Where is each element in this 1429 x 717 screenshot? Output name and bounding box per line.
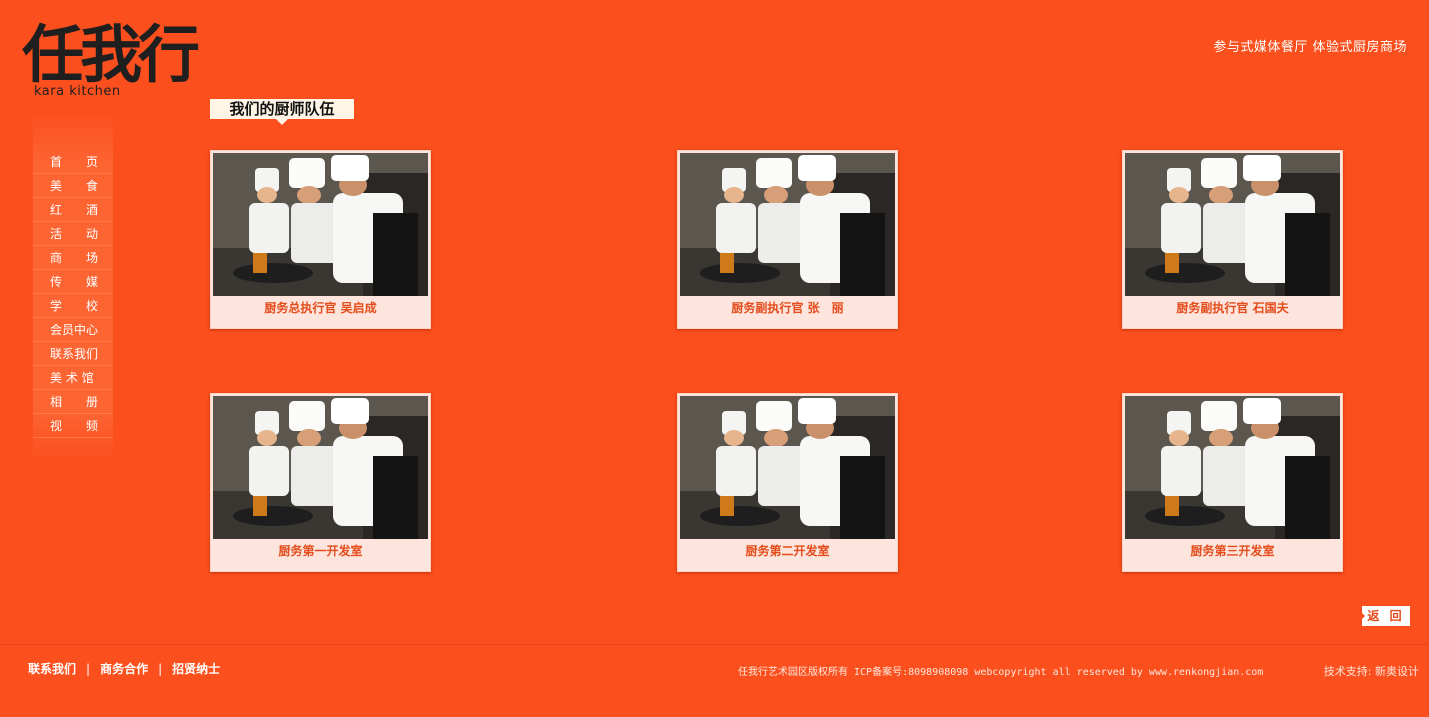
nav-item-school[interactable]: 学 校 — [33, 294, 113, 318]
nav-item-video[interactable]: 视 频 — [33, 414, 113, 438]
footer-link-business[interactable]: 商务合作 — [100, 662, 148, 676]
chef-photo — [680, 396, 895, 539]
nav-item-food[interactable]: 美 食 — [33, 174, 113, 198]
chef-caption: 厨务第三开发室 — [1190, 544, 1275, 558]
logo[interactable]: 任我行 kara kitchen — [20, 14, 230, 104]
nav-item-mall[interactable]: 商 场 — [33, 246, 113, 270]
sidebar-nav: 首 页 美 食 红 酒 活 动 商 场 传 媒 学 校 会员中心 联系我们 美 … — [33, 150, 113, 438]
nav-item-gallery[interactable]: 美 术 馆 — [33, 366, 113, 390]
chef-card[interactable]: 厨务总执行官 吴启成 — [210, 150, 431, 329]
logo-text: 任我行 — [22, 18, 199, 91]
nav-item-home[interactable]: 首 页 — [33, 150, 113, 174]
nav-item-label: 学 校 — [50, 299, 99, 313]
chef-card[interactable]: 厨务第二开发室 — [677, 393, 898, 572]
footer-separator: | — [158, 662, 163, 676]
nav-item-media[interactable]: 传 媒 — [33, 270, 113, 294]
nav-item-label: 联系我们 — [50, 347, 99, 361]
chef-caption: 厨务第二开发室 — [745, 544, 830, 558]
nav-item-label: 红 酒 — [50, 203, 99, 217]
chef-card[interactable]: 厨务第一开发室 — [210, 393, 431, 572]
chef-card[interactable]: 厨务第三开发室 — [1122, 393, 1343, 572]
chef-caption: 厨务总执行官 吴启成 — [264, 301, 377, 315]
nav-item-members[interactable]: 会员中心 — [33, 318, 113, 342]
chef-photo — [213, 153, 428, 296]
nav-item-label: 商 场 — [50, 251, 99, 265]
nav-item-label: 相 册 — [50, 395, 99, 409]
footer-copyright: 任我行艺术园区版权所有 ICP备案号:8098908098 webcopyrig… — [738, 667, 1264, 678]
chef-card[interactable]: 厨务副执行官 石国夫 — [1122, 150, 1343, 329]
chef-photo — [213, 396, 428, 539]
nav-item-label: 美 术 馆 — [50, 371, 94, 385]
chef-caption: 厨务副执行官 石国夫 — [1176, 301, 1289, 315]
nav-item-label: 会员中心 — [50, 323, 99, 337]
nav-item-label: 传 媒 — [50, 275, 99, 289]
chef-card[interactable]: 厨务副执行官 张 丽 — [677, 150, 898, 329]
footer-link-contact[interactable]: 联系我们 — [28, 662, 76, 676]
back-button[interactable]: 返 回 — [1361, 606, 1410, 626]
chef-caption: 厨务副执行官 张 丽 — [731, 301, 844, 315]
chef-photo — [1125, 396, 1340, 539]
nav-item-label: 美 食 — [50, 179, 99, 193]
nav-item-label: 视 频 — [50, 419, 99, 433]
nav-item-label: 活 动 — [50, 227, 99, 241]
footer-divider — [0, 644, 1429, 645]
section-title: 我们的厨师队伍 — [210, 99, 354, 125]
footer-link-careers[interactable]: 招贤纳士 — [172, 662, 220, 676]
footer-links: 联系我们 | 商务合作 | 招贤纳士 — [28, 660, 220, 677]
nav-item-wine[interactable]: 红 酒 — [33, 198, 113, 222]
chef-caption: 厨务第一开发室 — [278, 544, 363, 558]
header-tagline: 参与式媒体餐厅 体验式厨房商场 — [1213, 40, 1407, 55]
nav-item-contact[interactable]: 联系我们 — [33, 342, 113, 366]
nav-item-label: 首 页 — [50, 155, 99, 169]
chef-photo — [680, 153, 895, 296]
footer-support: 技术支持: 新奥设计 — [1323, 665, 1419, 678]
chef-photo — [1125, 153, 1340, 296]
nav-item-events[interactable]: 活 动 — [33, 222, 113, 246]
footer-separator: | — [86, 662, 91, 676]
nav-item-album[interactable]: 相 册 — [33, 390, 113, 414]
logo-subtitle: kara kitchen — [34, 84, 121, 99]
